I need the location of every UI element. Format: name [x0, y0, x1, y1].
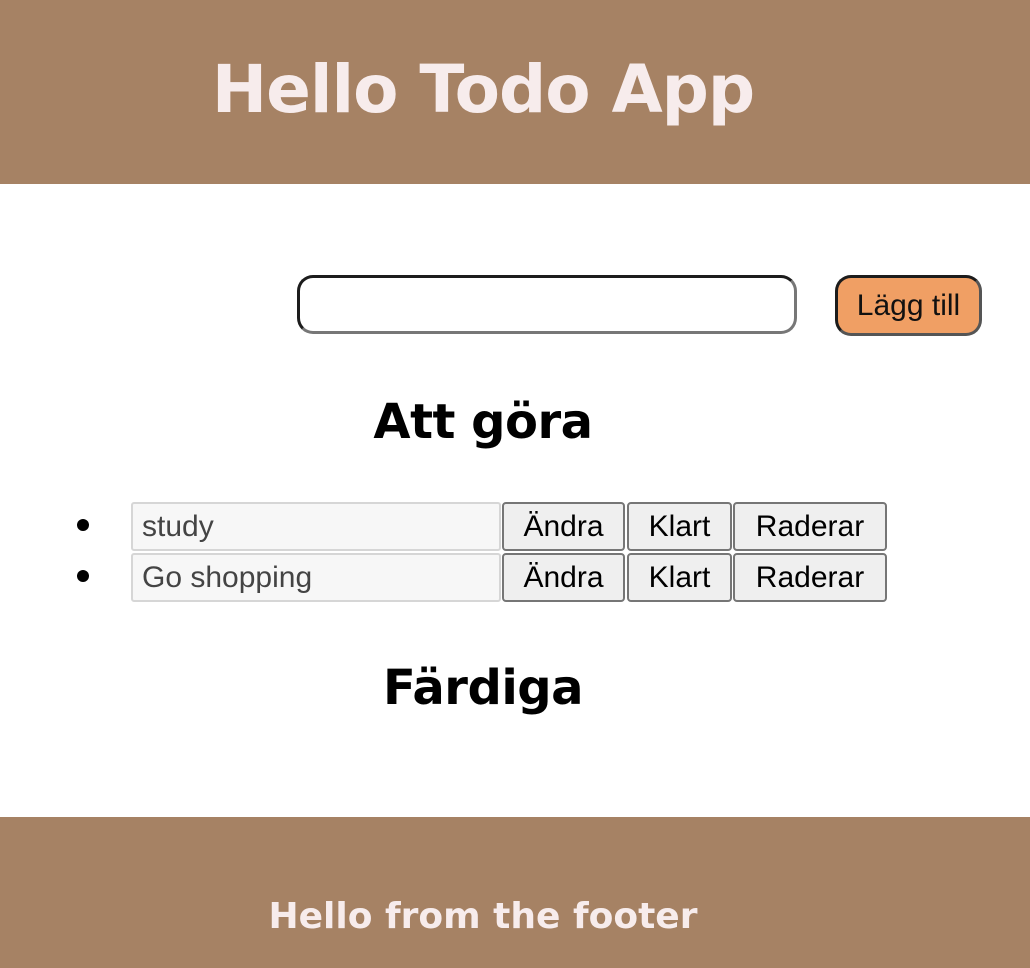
- mark-done-button[interactable]: Klart: [627, 502, 732, 551]
- mark-done-button[interactable]: Klart: [627, 553, 732, 602]
- edit-button[interactable]: Ändra: [502, 502, 625, 551]
- page-footer: Hello from the footer: [0, 817, 1030, 968]
- bullet-icon: [77, 519, 89, 531]
- new-todo-input[interactable]: [297, 275, 797, 334]
- app-title: Hello Todo App: [211, 51, 755, 128]
- todo-text-field[interactable]: [131, 502, 501, 551]
- add-todo-button[interactable]: Lägg till: [835, 275, 982, 336]
- todo-list: Ändra Klart Raderar Ändra Klart Raderar: [0, 501, 1030, 603]
- todo-item: Ändra Klart Raderar: [0, 501, 1030, 552]
- delete-button[interactable]: Raderar: [733, 502, 887, 551]
- todo-text-field[interactable]: [131, 553, 501, 602]
- todo-section-heading: Att göra: [373, 394, 593, 450]
- done-section-heading: Färdiga: [382, 660, 584, 716]
- delete-button[interactable]: Raderar: [733, 553, 887, 602]
- edit-button[interactable]: Ändra: [502, 553, 625, 602]
- footer-text: Hello from the footer: [268, 896, 698, 937]
- page-header: Hello Todo App: [0, 0, 1030, 184]
- bullet-icon: [77, 570, 89, 582]
- todo-item: Ändra Klart Raderar: [0, 552, 1030, 603]
